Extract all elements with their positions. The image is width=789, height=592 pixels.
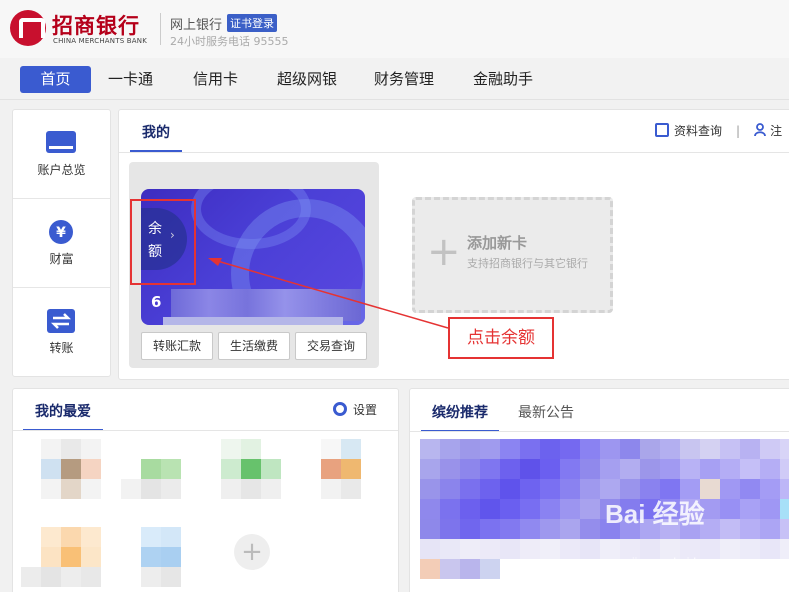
favorite-shortcut[interactable] [41, 439, 101, 499]
panel-divider [119, 152, 789, 153]
tab-recommend[interactable]: 缤纷推荐 [421, 402, 499, 432]
transfer-remit-button[interactable]: 转账汇款 [141, 332, 213, 360]
panel-tools: 资料查询 | 注 [655, 122, 782, 139]
tool-separator: | [736, 124, 741, 138]
transfer-icon [47, 309, 75, 333]
hotline-text: 24小时服务电话 95555 [170, 35, 289, 48]
add-card-button[interactable]: + 添加新卡 支持招商银行与其它银行 [412, 197, 613, 313]
user-icon [754, 123, 766, 137]
nav-credit-card[interactable]: 信用卡 [193, 66, 238, 93]
favorite-shortcut[interactable] [221, 439, 281, 499]
quick-sidebar: 账户总览 ¥ 财富 转账 [12, 109, 111, 377]
favorite-shortcut[interactable] [321, 439, 381, 499]
tab-my[interactable]: 我的 [130, 122, 182, 152]
recommend-panel: 缤纷推荐 最新公告 Bai 经验 jingyan.baidu.com [409, 388, 789, 592]
favorite-shortcut[interactable] [141, 527, 201, 587]
gear-icon [333, 402, 347, 416]
favorite-shortcut[interactable] [21, 527, 101, 587]
yen-icon: ¥ [49, 220, 73, 244]
tab-announcements[interactable]: 最新公告 [518, 402, 574, 422]
tab-favorites[interactable]: 我的最爱 [23, 401, 103, 431]
utility-payment-button[interactable]: 生活缴费 [218, 332, 290, 360]
nav-debit-card[interactable]: 一卡通 [108, 66, 153, 93]
masked-card-info [163, 317, 343, 325]
info-query-link[interactable]: 资料查询 [674, 124, 722, 138]
cert-login-badge: 证书登录 [227, 14, 277, 32]
header: 招商银行 CHINA MERCHANTS BANK 网上银行 证书登录 24小时… [0, 0, 789, 58]
panel-divider [410, 431, 789, 432]
card-number-prefix: 6 [151, 293, 162, 311]
nav-finance-management[interactable]: 财务管理 [374, 66, 434, 93]
register-link[interactable]: 注 [770, 124, 782, 138]
nav-home[interactable]: 首页 [20, 66, 91, 93]
logo-english-name: CHINA MERCHANTS BANK [53, 37, 147, 45]
logo-divider [160, 13, 161, 45]
add-favorite-button[interactable]: + [234, 534, 270, 570]
add-card-subtitle: 支持招商银行与其它银行 [467, 257, 588, 270]
settings-label: 设置 [353, 403, 378, 417]
main-nav: 首页 一卡通 信用卡 超级网银 财务管理 金融助手 [0, 58, 789, 100]
sidebar-item-label: 转账 [49, 341, 74, 355]
transaction-query-button[interactable]: 交易查询 [295, 332, 367, 360]
favorites-settings-button[interactable]: 设置 [333, 401, 377, 418]
plus-icon: + [427, 229, 461, 275]
baidu-watermark-url: jingyan.baidu.com [632, 555, 729, 569]
svg-text:¥: ¥ [56, 225, 66, 241]
logo-chinese-name: 招商银行 [52, 13, 140, 38]
add-card-title: 添加新卡 [467, 234, 528, 252]
search-doc-icon [655, 123, 669, 137]
sidebar-item-wealth[interactable]: ¥ 财富 [13, 199, 110, 288]
favorites-panel: 我的最爱 设置 + [12, 388, 399, 592]
baidu-watermark: Bai 经验 [605, 499, 705, 529]
sidebar-item-transfer[interactable]: 转账 [13, 288, 110, 377]
sidebar-item-account-overview[interactable]: 账户总览 [13, 110, 110, 199]
netbank-label: 网上银行 [170, 18, 223, 33]
nav-super-netbank[interactable]: 超级网银 [277, 66, 337, 93]
card-icon [46, 131, 76, 153]
annotation-label: 点击余额 [448, 317, 554, 359]
cmb-logo-icon[interactable] [10, 10, 46, 46]
nav-finance-assistant[interactable]: 金融助手 [473, 66, 533, 93]
sidebar-item-label: 账户总览 [37, 163, 86, 177]
favorite-shortcut[interactable] [121, 439, 181, 499]
annotation-highlight-box [130, 199, 196, 285]
sidebar-item-label: 财富 [49, 252, 74, 266]
panel-divider [13, 430, 398, 431]
